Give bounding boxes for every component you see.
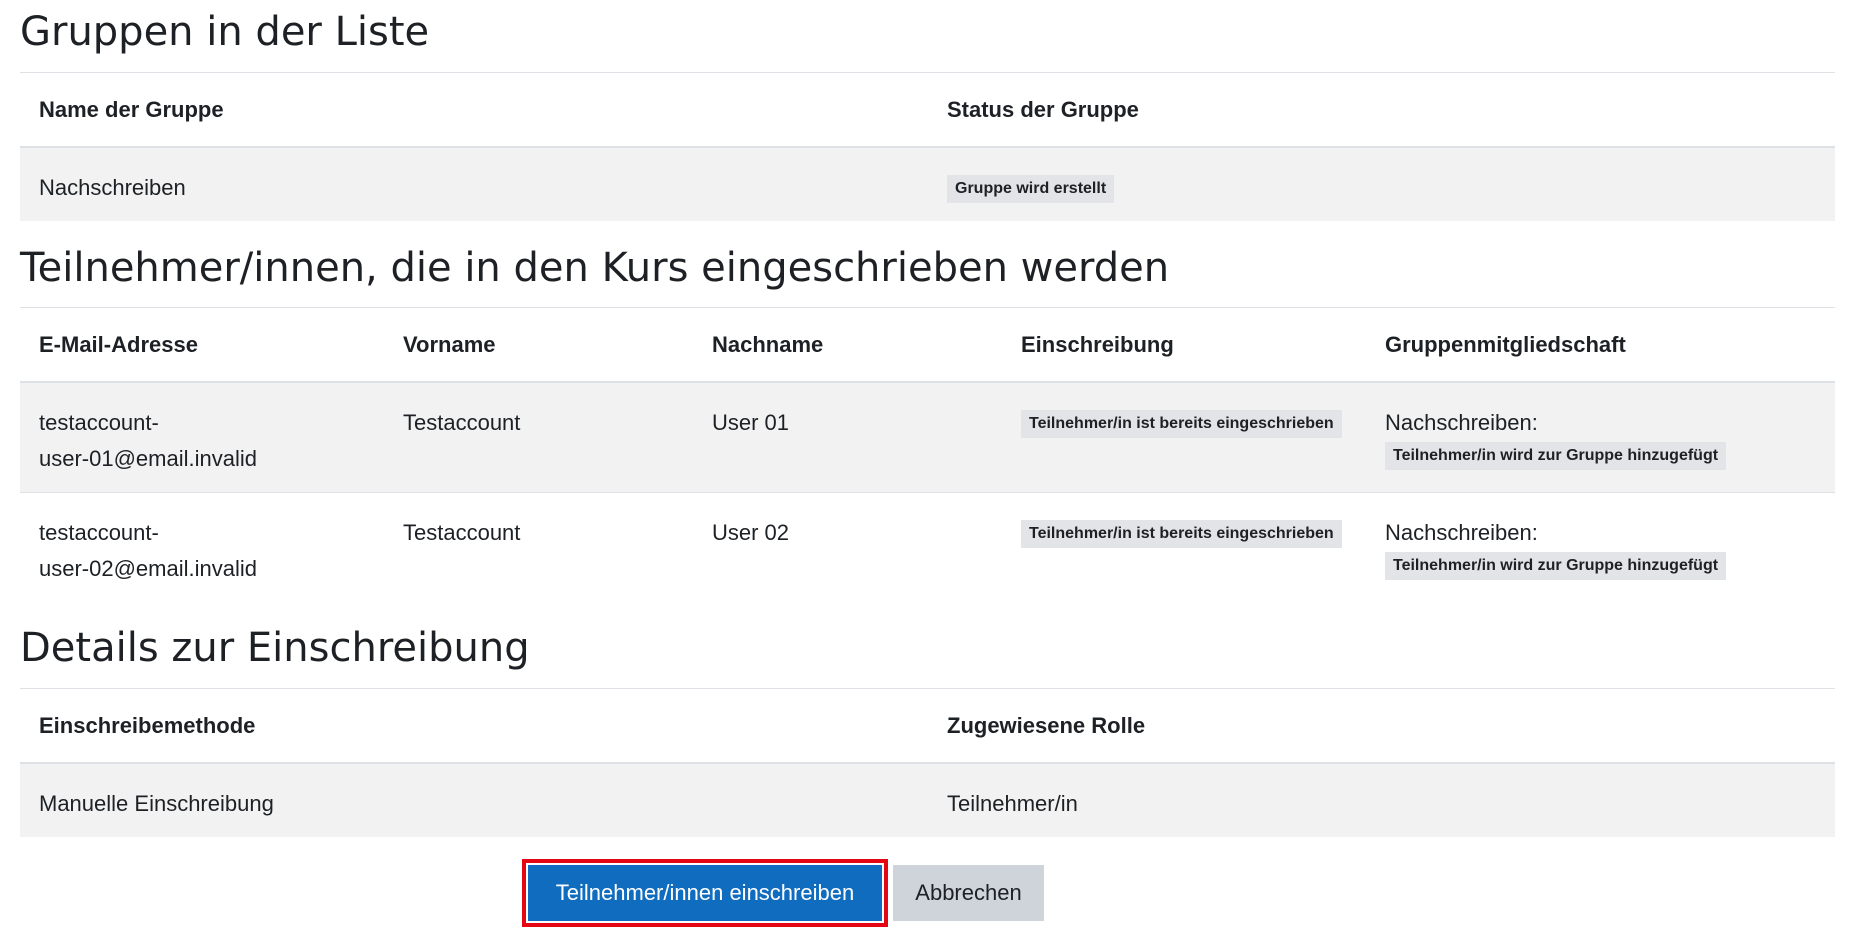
- status-badge: Teilnehmer/in ist bereits eingeschrieben: [1021, 410, 1342, 439]
- column-header-role: Zugewiesene Rolle: [928, 688, 1835, 764]
- email-cell: testaccount- user-02@email.invalid: [20, 492, 384, 602]
- method-cell: Manuelle Einschreibung: [20, 763, 928, 837]
- groups-section-title: Gruppen in der Liste: [20, 9, 430, 55]
- email-cell: testaccount- user-01@email.invalid: [20, 382, 384, 493]
- column-header-group-name: Name der Gruppe: [20, 72, 928, 148]
- email-line: testaccount-: [39, 410, 159, 435]
- column-header-group-status: Status der Gruppe: [928, 72, 1835, 148]
- lastname-cell: User 02: [693, 492, 1002, 602]
- column-header-method: Einschreibemethode: [20, 688, 928, 764]
- participants-table: E-Mail-Adresse Vorname Nachname Einschre…: [20, 307, 1835, 602]
- firstname-cell: Testaccount: [384, 382, 693, 493]
- email-line: testaccount-: [39, 519, 159, 545]
- email-line: user-02@email.invalid: [39, 555, 257, 581]
- group-status-cell: Gruppe wird erstellt: [928, 147, 1835, 221]
- details-table: Einschreibemethode Zugewiesene Rolle Man…: [20, 688, 1835, 837]
- group-membership-cell: Nachschreiben: Teilnehmer/in wird zur Gr…: [1366, 382, 1835, 493]
- group-name-label: Nachschreiben:: [1385, 410, 1538, 435]
- table-header-row: E-Mail-Adresse Vorname Nachname Einschre…: [20, 307, 1835, 383]
- column-header-email: E-Mail-Adresse: [20, 307, 384, 383]
- table-header-row: Name der Gruppe Status der Gruppe: [20, 72, 1835, 148]
- table-row: Nachschreiben Gruppe wird erstellt: [20, 147, 1835, 221]
- enrol-users-button[interactable]: Teilnehmer/innen einschreiben: [528, 865, 882, 921]
- status-badge: Gruppe wird erstellt: [947, 175, 1115, 204]
- column-header-lastname: Nachname: [693, 307, 1002, 383]
- table-row: testaccount- user-01@email.invalid Testa…: [20, 382, 1835, 493]
- column-header-groups: Gruppenmitgliedschaft: [1366, 307, 1835, 383]
- role-cell: Teilnehmer/in: [928, 763, 1835, 837]
- group-name-cell: Nachschreiben: [20, 147, 928, 221]
- table-row: testaccount- user-02@email.invalid Testa…: [20, 492, 1835, 602]
- email-line: user-01@email.invalid: [39, 446, 257, 471]
- details-section-title: Details zur Einschreibung: [20, 625, 530, 671]
- lastname-cell: User 01: [693, 382, 1002, 493]
- group-membership-cell: Nachschreiben: Teilnehmer/in wird zur Gr…: [1366, 492, 1835, 602]
- group-name-label: Nachschreiben:: [1385, 519, 1538, 545]
- groups-table: Name der Gruppe Status der Gruppe Nachsc…: [20, 72, 1835, 221]
- participants-section-title: Teilnehmer/innen, die in den Kurs einges…: [20, 245, 1170, 291]
- table-header-row: Einschreibemethode Zugewiesene Rolle: [20, 688, 1835, 764]
- status-badge: Teilnehmer/in wird zur Gruppe hinzugefüg…: [1385, 442, 1727, 471]
- firstname-cell: Testaccount: [384, 492, 693, 602]
- status-badge: Teilnehmer/in wird zur Gruppe hinzugefüg…: [1385, 551, 1727, 580]
- cancel-button[interactable]: Abbrechen: [893, 865, 1044, 921]
- status-badge: Teilnehmer/in ist bereits eingeschrieben: [1021, 519, 1342, 548]
- enrolment-cell: Teilnehmer/in ist bereits eingeschrieben: [1002, 382, 1366, 493]
- column-header-enrolment: Einschreibung: [1002, 307, 1366, 383]
- table-row: Manuelle Einschreibung Teilnehmer/in: [20, 763, 1835, 837]
- enrolment-cell: Teilnehmer/in ist bereits eingeschrieben: [1002, 492, 1366, 602]
- column-header-firstname: Vorname: [384, 307, 693, 383]
